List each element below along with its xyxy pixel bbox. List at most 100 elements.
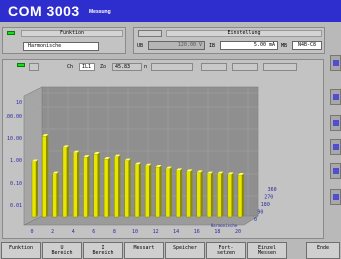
zoom-label: Zo — [100, 64, 107, 70]
ib-label: IB — [209, 43, 216, 49]
harmonic-bar — [31, 161, 37, 218]
harmonic-bar — [196, 172, 202, 218]
ub-label: UB — [137, 43, 144, 49]
zoom-field[interactable]: 45.83 — [112, 63, 142, 71]
rotate-icon — [333, 144, 339, 150]
harmonic-bar-side — [169, 166, 172, 217]
title-bar: COM 3003 Messung — [0, 0, 341, 22]
chart-small-button[interactable] — [29, 63, 39, 71]
x-tick-label: 12 — [153, 229, 159, 235]
right-button-column — [330, 55, 341, 240]
right-button-5[interactable] — [330, 163, 341, 179]
harmonic-bar-side — [200, 170, 203, 217]
y-tick-label: 1.00 — [10, 158, 22, 164]
softkey-einzel-messen[interactable]: Einzel Messen — [247, 242, 287, 259]
chart-option-2[interactable] — [232, 63, 258, 71]
harmonic-bar — [227, 174, 232, 218]
harmonic-bar-side — [139, 162, 141, 217]
z-tick-label: 180 — [261, 202, 270, 208]
app-title: COM 3003 — [8, 3, 80, 19]
harmonic-bar-side — [87, 155, 90, 217]
harmonic-bar-side — [211, 171, 214, 217]
settings-toggle-button[interactable] — [138, 30, 162, 37]
chart-led-icon — [17, 63, 25, 67]
harmonic-bar-side — [149, 163, 152, 217]
harmonic-bar-side — [77, 150, 80, 217]
x-axis-label: Harmonische — [211, 223, 238, 228]
x-tick-label: 6 — [92, 229, 95, 235]
mb-value-field[interactable]: N4B-C8 — [292, 41, 322, 50]
softkey-label: Funktion — [8, 245, 34, 251]
right-button-6[interactable] — [330, 189, 341, 205]
ib-value-field[interactable]: 5.00 mA — [220, 41, 278, 50]
n-slider[interactable] — [151, 63, 193, 71]
y-tick-label: 100.00 — [6, 114, 22, 120]
chart-view-icon — [333, 60, 339, 66]
harmonic-bar — [217, 173, 222, 218]
harmonic-bar-side — [231, 172, 234, 217]
harmonic-bar-side — [128, 158, 131, 217]
list-icon — [333, 168, 339, 174]
z-tick-label: 360 — [268, 187, 277, 193]
softkey-label: Messart — [133, 245, 155, 251]
harmonic-bar — [93, 153, 99, 218]
chart-option-1[interactable] — [201, 63, 227, 71]
softkey-ende[interactable]: Ende — [306, 242, 340, 259]
harmonic-bar-side — [180, 168, 183, 217]
harmonic-bar-side — [118, 154, 121, 217]
softkey-speicher[interactable]: Speicher — [165, 242, 205, 259]
right-button-3[interactable] — [330, 115, 341, 131]
harmonic-bar-side — [46, 134, 49, 217]
softkey-fortsetzen[interactable]: Fort- setzen — [206, 242, 246, 259]
chart-option-3[interactable] — [263, 63, 297, 71]
harmonic-bar — [103, 158, 109, 218]
harmonic-bar — [114, 156, 119, 218]
softkey-u-bereich[interactable]: U Bereich — [42, 242, 82, 259]
zoom-out-icon — [333, 120, 339, 126]
n-label: n — [144, 64, 148, 70]
harmonic-bar — [145, 165, 150, 218]
status-led-icon — [7, 31, 15, 35]
zoom-in-icon — [333, 94, 339, 100]
channel-field[interactable]: IL1 — [79, 63, 95, 71]
harmonic-bar-side — [108, 157, 111, 217]
x-tick-label: 18 — [214, 229, 220, 235]
x-tick-label: 8 — [113, 229, 116, 235]
harmonic-bar — [206, 173, 212, 218]
right-button-2[interactable] — [330, 89, 341, 105]
harmonic-bar — [155, 166, 160, 218]
ub-value-field[interactable]: 120.00 V — [148, 41, 205, 50]
z-tick-label: 0 — [254, 217, 257, 223]
z-tick-label: 270 — [264, 195, 273, 201]
x-tick-label: 4 — [72, 229, 75, 235]
softkey-label: Ende — [316, 245, 330, 251]
harmonic-bar-side — [221, 171, 224, 217]
table-icon — [333, 194, 339, 200]
softkey-messart[interactable]: Messart — [124, 242, 164, 259]
harmonic-bar-side — [159, 165, 162, 217]
softkey-funktion[interactable]: Funktion — [1, 242, 41, 259]
harmonic-bar-side — [190, 169, 193, 217]
settings-panel: Einstellung UB 120.00 V IB 5.00 mA MB N4… — [133, 27, 325, 54]
softkey-i-bereich[interactable]: I Bereich — [83, 242, 123, 259]
harmonic-bar — [72, 152, 78, 218]
right-button-1[interactable] — [330, 55, 341, 71]
function-value-field[interactable]: Harmonische — [23, 42, 99, 51]
channel-label: Ch — [67, 64, 74, 70]
x-tick-label: 10 — [132, 229, 138, 235]
z-tick-label: 90 — [257, 210, 263, 216]
harmonic-bar — [124, 160, 129, 218]
x-tick-label: 16 — [194, 229, 200, 235]
settings-header: Einstellung — [166, 30, 322, 37]
x-tick-label: 2 — [51, 229, 54, 235]
harmonic-bar-side — [66, 145, 69, 217]
harmonic-bar — [134, 164, 140, 218]
harmonic-bar — [42, 135, 47, 218]
softkey-label: Bereich — [92, 250, 114, 256]
y-tick-label: 10 — [16, 100, 22, 106]
harmonic-bar — [237, 174, 243, 218]
function-header: Funktion — [21, 30, 123, 37]
harmonics-3d-bar-chart: 10 100.00 10.00 1.00 0.10 0.01 0 2 4 6 8 10 12 14 16 18… — [6, 86, 277, 235]
y-tick-label: 0.10 — [10, 181, 22, 187]
right-button-4[interactable] — [330, 139, 341, 155]
